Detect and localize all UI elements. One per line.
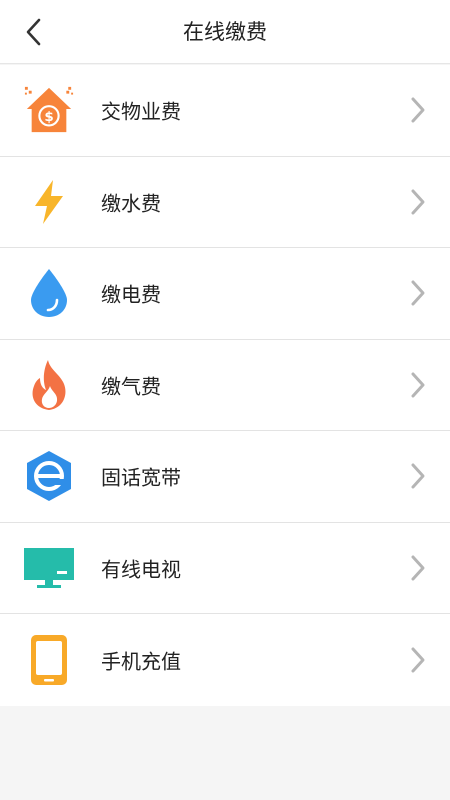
item-label: 固话宽带 — [101, 465, 181, 490]
list-item-gas-fee[interactable]: 缴气费 — [0, 340, 450, 431]
mobile-phone-icon — [23, 634, 75, 686]
chevron-right-icon — [411, 647, 425, 673]
list-item-broadband[interactable]: 固话宽带 — [0, 431, 450, 523]
item-label: 有线电视 — [101, 557, 181, 582]
chevron-right-icon — [411, 372, 425, 398]
svg-text:$: $ — [44, 109, 53, 125]
property-fee-house-icon: $ — [23, 84, 75, 136]
item-label: 手机充值 — [101, 649, 181, 674]
page-title: 在线缴费 — [183, 20, 267, 44]
chevron-right-icon — [411, 189, 425, 215]
chevron-right-icon — [411, 97, 425, 123]
back-button[interactable] — [18, 14, 48, 50]
chevron-left-icon — [26, 18, 41, 46]
water-drop-icon — [23, 267, 75, 319]
broadband-e-icon — [23, 450, 75, 502]
lightning-icon — [23, 176, 75, 228]
item-label: 缴气费 — [101, 374, 161, 399]
top-nav-bar: 在线缴费 — [0, 0, 450, 64]
list-item-electricity-fee[interactable]: 缴电费 — [0, 248, 450, 340]
tv-icon — [23, 542, 75, 594]
chevron-right-icon — [411, 555, 425, 581]
list-item-cable-tv[interactable]: 有线电视 — [0, 523, 450, 614]
item-label: 缴水费 — [101, 191, 161, 216]
flame-icon — [23, 359, 75, 411]
chevron-right-icon — [411, 280, 425, 306]
chevron-right-icon — [411, 463, 425, 489]
list-item-property-fee[interactable]: $ 交物业费 — [0, 65, 450, 157]
item-label: 交物业费 — [101, 99, 181, 124]
list-item-mobile-topup[interactable]: 手机充值 — [0, 614, 450, 706]
payment-list: $ 交物业费 缴水费 缴电费 缴气费 固话宽带 有线电视 手机充值 — [0, 65, 450, 706]
item-label: 缴电费 — [101, 282, 161, 307]
list-item-water-fee[interactable]: 缴水费 — [0, 157, 450, 248]
